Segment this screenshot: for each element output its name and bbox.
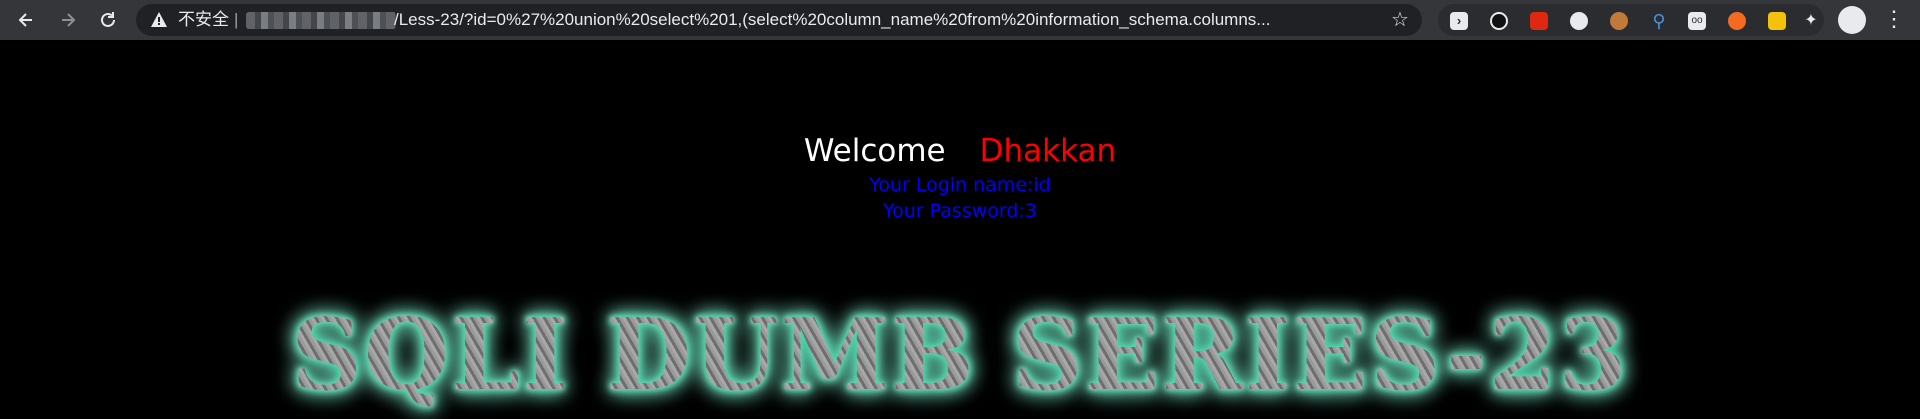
animal-extension-icon[interactable] (1768, 12, 1786, 30)
star-icon[interactable]: ☆ (1388, 8, 1412, 32)
arrow-right-icon (62, 13, 76, 27)
reload-icon (101, 12, 115, 27)
security-label[interactable]: 不安全 (178, 10, 229, 30)
page-content: Welcome Dhakkan Your Login name:id Your P… (0, 40, 1920, 419)
circle-extension-icon[interactable] (1490, 12, 1508, 30)
blurred-host (246, 12, 396, 29)
profile-avatar[interactable] (1838, 6, 1866, 34)
cloud-extension-icon[interactable] (1570, 12, 1588, 30)
warning-icon (151, 12, 167, 27)
more-vertical-icon[interactable]: ⋮ (1880, 6, 1908, 34)
puzzle-extension-icon[interactable]: ✦ (1802, 12, 1820, 30)
address-bar[interactable]: 不安全 | /Less-23/?id=0%27%20union%20select… (136, 4, 1422, 36)
forward-button[interactable] (54, 6, 82, 34)
welcome-label: Welcome (803, 133, 946, 169)
password-line: Your Password:3 (883, 200, 1037, 222)
url-text[interactable]: /Less-23/?id=0%27%20union%20select%201,(… (394, 10, 1394, 30)
flag-extension-icon[interactable] (1530, 12, 1548, 30)
glasses-extension-icon[interactable]: oo (1688, 12, 1706, 30)
back-button[interactable] (12, 6, 40, 34)
page-title-banner: SQLI DUMB SERIES-23 (0, 302, 1920, 410)
extensions-bar: › ⚲ oo ✦ (1438, 4, 1824, 36)
cookie-extension-icon[interactable] (1610, 12, 1628, 30)
separator: | (234, 10, 239, 29)
browser-toolbar: 不安全 | /Less-23/?id=0%27%20union%20select… (0, 0, 1920, 40)
arrow-left-icon (18, 13, 32, 27)
sidebar-extension-icon[interactable]: › (1450, 12, 1468, 30)
target-extension-icon[interactable] (1728, 12, 1746, 30)
welcome-line: Welcome Dhakkan (0, 132, 1920, 170)
welcome-name: Dhakkan (979, 133, 1117, 169)
reload-button[interactable] (94, 6, 122, 34)
location-pin-extension-icon[interactable]: ⚲ (1650, 12, 1668, 30)
login-name-line: Your Login name:id (869, 174, 1051, 196)
